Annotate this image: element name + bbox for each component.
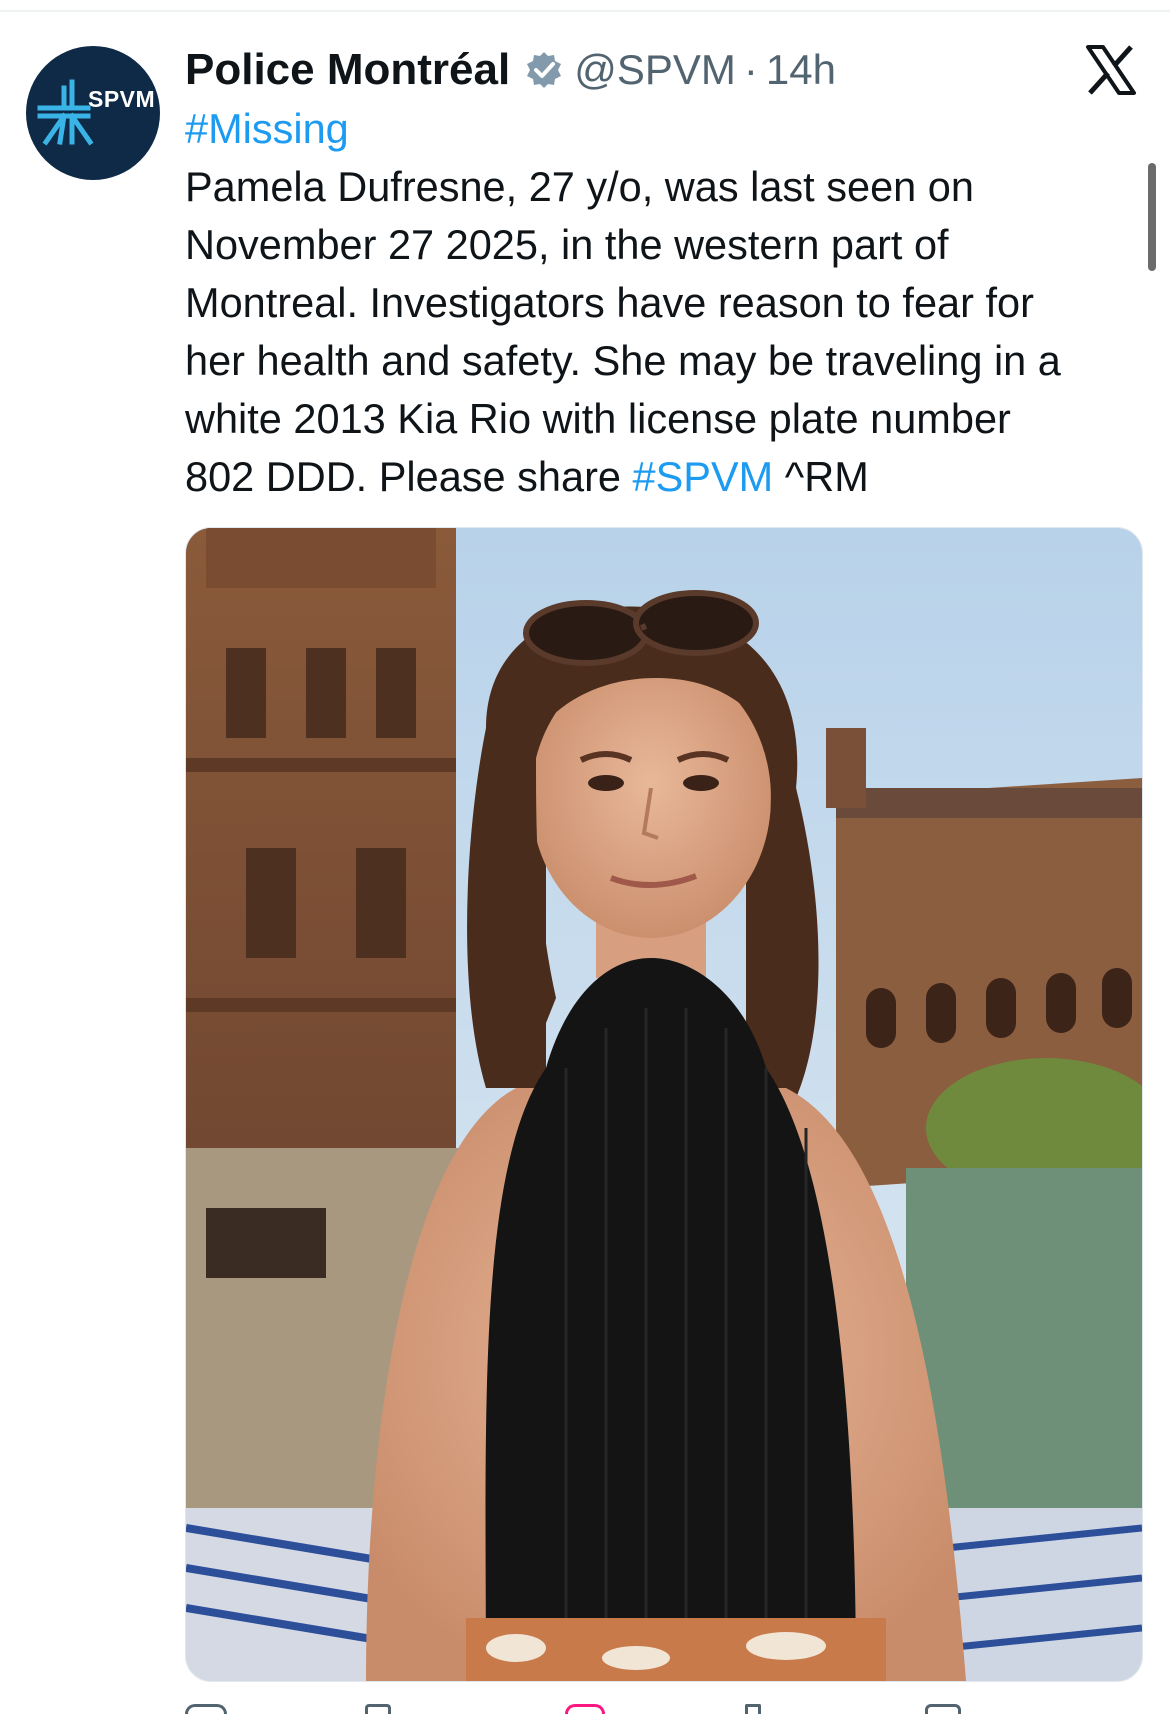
author-handle[interactable]: @SPVM (574, 46, 736, 94)
tweet-line: white 2013 Kia Rio with license plate nu… (185, 395, 1011, 442)
tweet-line: 802 DDD. Please share #SPVM ^RM (185, 448, 1145, 506)
hashtag-link[interactable]: #Missing (185, 105, 349, 152)
tweet-line: her health and safety. She may be travel… (185, 337, 1061, 384)
photo-illustration (186, 528, 1142, 1681)
like-icon[interactable] (565, 1704, 605, 1714)
scrollbar[interactable] (1148, 163, 1156, 271)
tweet-line: #Missing (185, 100, 1145, 158)
author-display-name[interactable]: Police Montréal (185, 45, 510, 95)
divider (0, 10, 1170, 12)
bookmark-icon[interactable] (925, 1704, 961, 1714)
tweet-screen: SPVM Police Montréal @SPVM · 14h #Missin… (0, 0, 1170, 1714)
tweet-text-segment: 802 DDD. Please share (185, 453, 633, 500)
tweet-line: Pamela Dufresne, 27 y/o, was last seen o… (185, 163, 974, 210)
tweet-line: November 27 2025, in the western part of (185, 221, 949, 268)
x-logo-icon[interactable] (1085, 44, 1137, 96)
action-bar (185, 1700, 1141, 1714)
separator-dot: · (743, 46, 758, 93)
avatar-label: SPVM (88, 86, 156, 112)
tweet-body: #Missing Pamela Dufresne, 27 y/o, was la… (185, 100, 1145, 506)
spvm-logo-icon (37, 79, 94, 146)
timestamp[interactable]: 14h (766, 46, 836, 94)
verified-badge-icon[interactable] (524, 50, 564, 90)
views-icon[interactable] (745, 1704, 761, 1714)
reply-icon[interactable] (185, 1704, 227, 1714)
repost-icon[interactable] (365, 1704, 391, 1714)
avatar[interactable]: SPVM (26, 46, 160, 180)
tweet-photo[interactable] (185, 527, 1143, 1682)
hashtag-link[interactable]: #SPVM (633, 453, 774, 500)
tweet-text-segment: ^RM (773, 453, 869, 500)
tweet-line: Montreal. Investigators have reason to f… (185, 279, 1034, 326)
tweet-header: Police Montréal @SPVM · 14h (185, 40, 836, 100)
